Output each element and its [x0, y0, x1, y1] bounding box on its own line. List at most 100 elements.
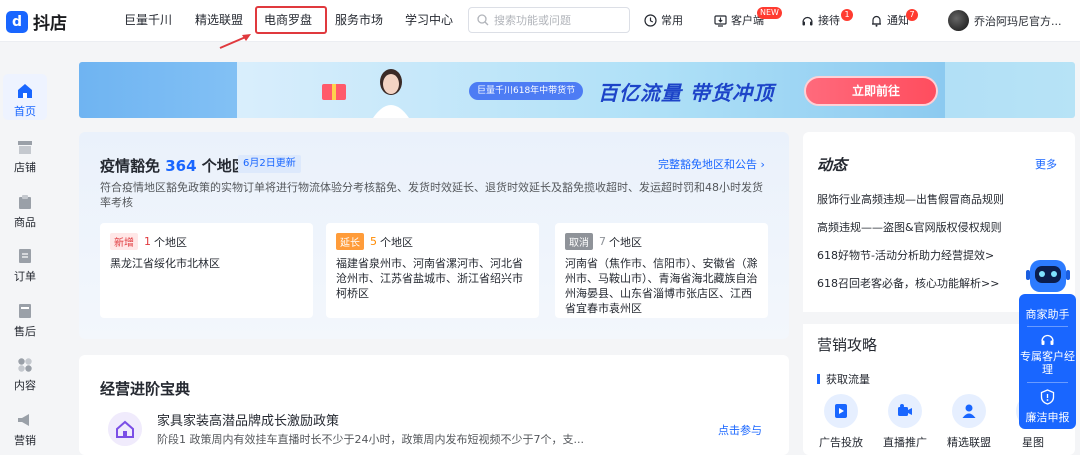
extend-unit: 个地区	[380, 235, 413, 249]
news-item[interactable]: 高频违规——盗图&官网版权侵权规则	[817, 219, 1002, 235]
logo[interactable]: d 抖店	[6, 9, 67, 34]
guide-item-title[interactable]: 家具家装高潜品牌成长激励政策	[157, 410, 339, 429]
sidebar-item-marketing[interactable]: 营销	[3, 411, 47, 448]
gift-icon	[322, 84, 346, 100]
news-title: 动态	[817, 156, 848, 174]
home-icon	[18, 84, 32, 98]
order-icon	[19, 249, 31, 263]
nav-item-service-market[interactable]: 服务市场	[335, 11, 383, 28]
marketing-live-button[interactable]: 直播推广	[875, 394, 935, 450]
sidebar-item-shop[interactable]: 店铺	[3, 138, 47, 175]
new-badge: NEW	[757, 7, 782, 19]
extend-count: 5	[370, 235, 377, 248]
marketing-ad-button[interactable]: 广告投放	[811, 394, 871, 450]
extend-region-list: 福建省泉州市、河南省漯河市、河北省沧州市、江苏省盐城市、浙江省绍兴市柯桥区	[336, 257, 523, 300]
banner-go-button[interactable]: 立即前往	[804, 76, 938, 106]
marketing-subtitle-label: 获取流量	[826, 373, 870, 386]
reception-button[interactable]: 接待	[801, 12, 840, 28]
cancel-tag: 取消	[565, 233, 593, 250]
region-box-extended: 延长 5 个地区 福建省泉州市、河南省漯河市、河北省沧州市、江苏省盐城市、浙江省…	[326, 223, 539, 318]
region-box-cancelled: 取消 7 个地区 河南省（焦作市、信阳市）、安徽省（滁州市、马鞍山市）、青海省海…	[555, 223, 768, 318]
sidebar-item-order[interactable]: 订单	[3, 247, 47, 284]
logo-text: 抖店	[33, 14, 67, 34]
new-region-list: 黑龙江省绥化市北林区	[110, 257, 220, 270]
sidebar-item-label: 售后	[14, 325, 36, 338]
sidebar-item-content[interactable]: 内容	[3, 356, 47, 393]
update-date-badge: 6月2日更新	[238, 155, 301, 173]
sidebar: 首页 店铺 商品 订单 售后 内容 营销	[0, 62, 50, 455]
sidebar-item-aftersale[interactable]: 售后	[3, 302, 47, 339]
nav-item-alliance[interactable]: 精选联盟	[195, 11, 243, 28]
assistant-robot-icon[interactable]	[1024, 254, 1072, 296]
exemption-count: 364	[165, 157, 197, 175]
marketing-title: 营销攻略	[817, 336, 878, 354]
epidemic-exemption-card: 疫情豁免 364 个地区 6月2日更新 完整豁免地区和公告 › 符合疫情地区豁免…	[79, 132, 789, 339]
marketing-item-label: 精选联盟	[947, 436, 991, 449]
participate-link[interactable]: 点击参与	[718, 422, 762, 438]
clock-icon	[644, 13, 657, 27]
news-item[interactable]: 服饰行业高频违规—出售假冒商品规则	[817, 191, 1004, 207]
news-item[interactable]: 618召回老客必备，核心功能解析>>	[817, 275, 999, 291]
marketing-alliance-button[interactable]: 精选联盟	[939, 394, 999, 450]
marketing-icon	[18, 414, 29, 426]
account-manager-button[interactable]: 专属客户经理	[1019, 350, 1076, 376]
house-icon	[108, 412, 142, 446]
cancel-unit: 个地区	[609, 235, 642, 249]
promo-banner[interactable]: 巨量千川618年中带货节 百亿流量 带货冲顶 立即前往	[79, 62, 1075, 118]
business-guide-card: 经营进阶宝典 家具家装高潜品牌成长激励政策 阶段1 政策周内有效挂车直播时长不少…	[79, 355, 789, 455]
goods-icon	[19, 195, 31, 209]
alliance-user-icon	[962, 404, 976, 418]
banner-presenter-image	[373, 69, 409, 118]
notice-button[interactable]: 通知	[870, 12, 909, 28]
nav-item-qianchuan[interactable]: 巨量千川	[124, 11, 172, 28]
news-more-link[interactable]: 更多	[1035, 156, 1057, 172]
marketing-item-label: 广告投放	[819, 436, 863, 449]
sidebar-item-label: 店铺	[14, 161, 36, 174]
subtitle-bar	[817, 374, 820, 384]
sidebar-item-label: 订单	[14, 270, 36, 283]
shop-icon	[18, 141, 32, 154]
user-name[interactable]: 乔治阿玛尼官方...	[974, 13, 1062, 29]
sidebar-item-label: 首页	[14, 105, 36, 118]
reception-badge: 1	[841, 9, 853, 21]
annotation-arrow-icon	[219, 34, 251, 49]
guide-title: 经营进阶宝典	[100, 380, 191, 398]
integrity-report-button[interactable]: 廉洁申报	[1019, 409, 1076, 425]
assistant-panel: 商家助手 专属客户经理 廉洁申报	[1019, 294, 1076, 429]
merchant-assistant-button[interactable]: 商家助手	[1019, 306, 1076, 322]
search-icon	[477, 14, 489, 26]
cancel-region-list: 河南省（焦作市、信阳市）、安徽省（滁州市、马鞍山市）、青海省海北藏族自治州海晏县…	[565, 257, 758, 315]
annotation-highlight-box	[255, 6, 327, 34]
nav-item-learning-center[interactable]: 学习中心	[405, 11, 453, 28]
headset-icon	[1041, 334, 1054, 345]
logo-mark-icon: d	[6, 10, 28, 33]
content-icon	[18, 358, 32, 372]
bell-icon	[872, 15, 881, 27]
download-icon	[714, 14, 727, 27]
exemption-title: 疫情豁免 364 个地区	[100, 155, 247, 176]
new-unit: 个地区	[154, 235, 187, 249]
common-button[interactable]: 常用	[644, 12, 683, 28]
sidebar-item-home[interactable]: 首页	[3, 74, 47, 120]
reception-label: 接待	[818, 14, 840, 27]
region-box-new: 新增 1 个地区 黑龙江省绥化市北林区	[100, 223, 313, 318]
banner-event-tag: 巨量千川618年中带货节	[469, 82, 584, 100]
full-exemption-link[interactable]: 完整豁免地区和公告 ›	[658, 156, 765, 172]
avatar[interactable]	[948, 10, 969, 31]
new-count: 1	[144, 235, 151, 248]
sidebar-item-goods[interactable]: 商品	[3, 193, 47, 230]
news-item[interactable]: 618好物节-活动分析助力经营提效>	[817, 247, 994, 263]
guide-item-description: 阶段1 政策周内有效挂车直播时长不少于24小时，政策周内发布短视频不少于7个，支…	[157, 433, 584, 446]
search-input[interactable]: 搜索功能或问题	[468, 7, 630, 33]
top-navigation-bar: d 抖店 巨量千川 精选联盟 电商罗盘 服务市场 学习中心 搜索功能或问题 常用…	[0, 0, 1080, 49]
search-placeholder: 搜索功能或问题	[494, 14, 571, 27]
sidebar-item-label: 营销	[14, 434, 36, 447]
exemption-description: 符合疫情地区豁免政策的实物订单将进行物流体验分考核豁免、发货时效延长、退货时效延…	[100, 181, 763, 209]
live-camera-icon	[898, 404, 912, 416]
banner-go-label: 立即前往	[852, 84, 901, 98]
sidebar-item-label: 商品	[14, 216, 36, 229]
marketing-item-label: 星图	[1022, 436, 1044, 449]
ad-play-icon	[835, 404, 847, 418]
sidebar-item-label: 内容	[14, 379, 36, 392]
aftersale-icon	[19, 304, 31, 318]
